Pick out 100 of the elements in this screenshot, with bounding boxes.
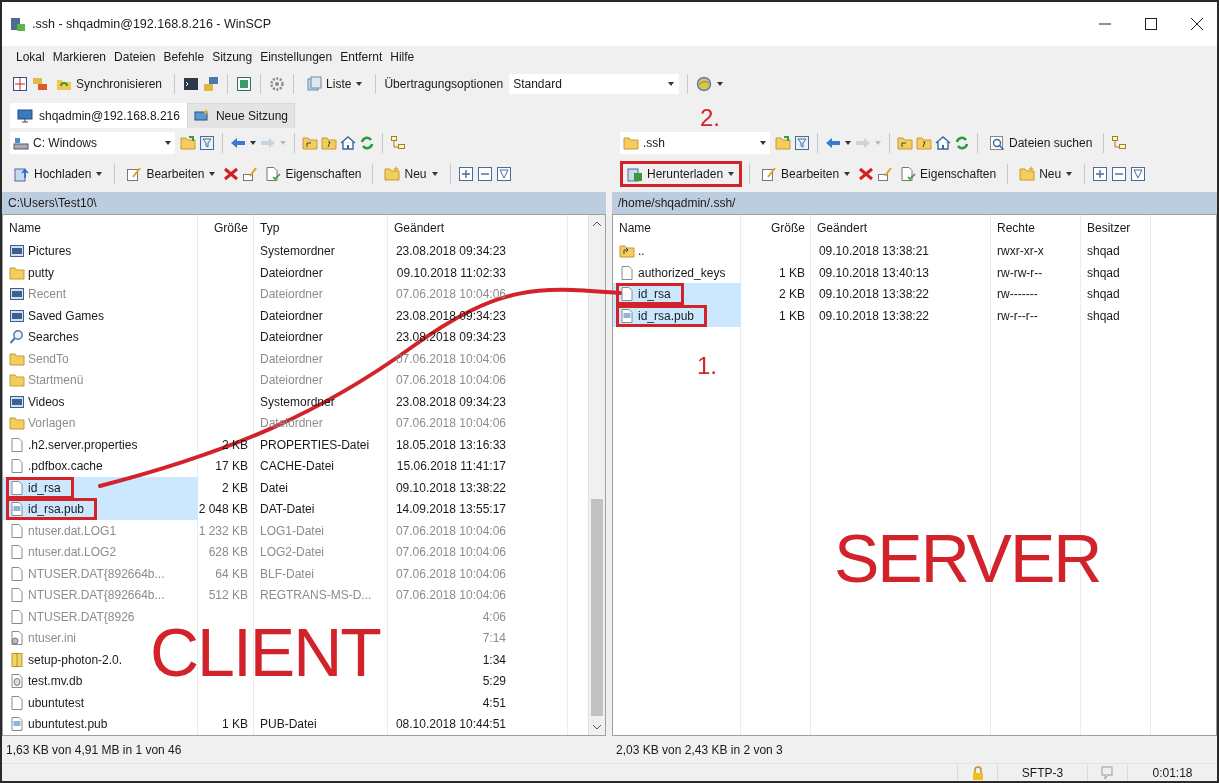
location-dropdown[interactable]: C: Windows <box>10 132 175 154</box>
gear-icon[interactable] <box>269 76 286 92</box>
tree-icon[interactable] <box>390 135 406 151</box>
name-cell[interactable]: .pdfbox.cache <box>3 455 198 477</box>
session-tab[interactable]: Neue Sitzung <box>186 103 295 128</box>
rename-icon[interactable] <box>242 166 259 182</box>
table-cell-text: 7:14 <box>481 631 506 645</box>
maximize-icon[interactable] <box>1143 16 1159 32</box>
file-name: id_rsa <box>28 480 61 495</box>
select-plus-icon[interactable] <box>1092 166 1109 182</box>
name-cell[interactable]: Vorlagen <box>3 412 198 434</box>
table-cell: 628 KB <box>208 545 248 559</box>
scrollbar-thumb[interactable] <box>591 499 603 716</box>
column-header[interactable]: Name <box>619 220 651 235</box>
menu-item[interactable]: Dateien <box>110 48 160 66</box>
name-cell[interactable]: authorized_keys <box>613 261 741 284</box>
menu-item[interactable]: Befehle <box>159 48 209 66</box>
filter-icon[interactable] <box>199 135 215 151</box>
menu-item[interactable]: Hilfe <box>386 48 419 66</box>
menu-item[interactable]: Entfernt <box>336 48 387 66</box>
menu-item[interactable]: Lokal <box>12 48 49 66</box>
name-cell[interactable]: ubuntutest <box>3 691 198 714</box>
transfer-icon[interactable] <box>203 76 220 92</box>
root-folder-icon[interactable] <box>321 135 337 151</box>
rename-icon[interactable] <box>877 166 894 182</box>
name-cell[interactable]: ntuser.dat.LOG1 <box>3 519 198 542</box>
column-header[interactable]: Größe <box>214 220 248 235</box>
name-cell[interactable]: putty <box>3 261 198 284</box>
list-button[interactable]: Liste <box>302 73 368 95</box>
synchronize-button[interactable]: Synchronisieren <box>52 73 167 95</box>
tree-icon[interactable] <box>1111 135 1128 151</box>
menu-item[interactable]: Einstellungen <box>256 48 337 66</box>
name-cell[interactable]: Startmenü <box>3 369 198 391</box>
edit-button[interactable]: Bearbeiten <box>757 161 856 187</box>
terminal-icon[interactable] <box>183 76 200 92</box>
name-cell[interactable]: Pictures <box>3 240 198 262</box>
properties-button[interactable]: Eigenschaften <box>896 161 1001 187</box>
file-name: Pictures <box>28 244 72 258</box>
name-cell[interactable]: id_rsa <box>613 283 741 305</box>
column-header[interactable]: Name <box>9 220 41 235</box>
name-cell[interactable]: ntuser.dat.LOG2 <box>3 541 198 563</box>
home-icon[interactable] <box>935 135 951 151</box>
session-tab[interactable]: shqadmin@192.168.8.216 <box>10 103 187 128</box>
screen-icon[interactable] <box>236 76 253 92</box>
refresh-icon[interactable] <box>359 135 375 151</box>
column-header[interactable]: Besitzer <box>1087 220 1131 235</box>
close-icon[interactable] <box>1189 16 1205 32</box>
column-header[interactable]: Größe <box>771 220 805 235</box>
edit-button[interactable]: Bearbeiten <box>122 161 221 187</box>
back-arrow-icon[interactable] <box>825 135 841 151</box>
root-folder-icon[interactable] <box>916 135 932 151</box>
name-cell[interactable]: Saved Games <box>3 304 198 327</box>
column-header[interactable]: Geändert <box>817 220 868 235</box>
transfer-button[interactable]: Hochladen <box>10 161 108 187</box>
parent-folder-icon[interactable] <box>897 135 913 151</box>
menu-item[interactable]: Sitzung <box>208 48 257 66</box>
name-cell[interactable]: SendTo <box>3 347 198 370</box>
preset-dropdown[interactable]: Standard <box>509 74 680 94</box>
parent-folder-icon[interactable] <box>302 135 318 151</box>
delete-icon[interactable] <box>223 166 240 182</box>
name-cell[interactable]: .. <box>613 240 741 262</box>
transfer-button[interactable]: Herunterladen <box>620 161 743 187</box>
column-header[interactable]: Typ <box>260 220 280 235</box>
select-minus-icon[interactable] <box>1111 166 1128 182</box>
location-dropdown[interactable]: .ssh <box>620 132 770 154</box>
name-cell[interactable]: Searches <box>3 326 198 348</box>
name-cell[interactable]: id_rsa.pub <box>3 498 198 520</box>
open-folder-icon[interactable] <box>775 135 791 151</box>
filter-icon[interactable] <box>794 135 810 151</box>
column-header[interactable]: Rechte <box>997 220 1036 235</box>
scroll-up-icon[interactable] <box>592 219 602 228</box>
filter-box-icon[interactable] <box>495 166 512 182</box>
menu-item[interactable]: Markieren <box>48 48 111 66</box>
compare-icon[interactable] <box>12 76 28 92</box>
name-cell[interactable]: Videos <box>3 390 198 413</box>
new-button[interactable]: Neu <box>1015 161 1078 187</box>
scrollbar[interactable] <box>588 215 605 735</box>
name-cell[interactable]: NTUSER.DAT{892664b... <box>3 562 198 585</box>
home-icon[interactable] <box>340 135 356 151</box>
delete-icon[interactable] <box>858 166 875 182</box>
table-cell: Dateiordner <box>260 308 323 323</box>
select-minus-icon[interactable] <box>476 166 493 182</box>
open-folder-icon[interactable] <box>180 135 196 151</box>
select-plus-icon[interactable] <box>457 166 474 182</box>
name-cell[interactable]: id_rsa.pub <box>613 304 741 327</box>
back-arrow-icon[interactable] <box>230 135 246 151</box>
refresh-icon[interactable] <box>954 135 970 151</box>
name-cell[interactable]: .h2.server.properties <box>3 433 198 456</box>
name-cell[interactable]: id_rsa <box>3 476 198 499</box>
column-header[interactable]: Geändert <box>394 220 445 235</box>
filter-box-icon[interactable] <box>1130 166 1147 182</box>
properties-button[interactable]: Eigenschaften <box>261 161 366 187</box>
name-cell[interactable]: ubuntutest.pub <box>3 713 198 735</box>
scroll-down-icon[interactable] <box>592 722 602 731</box>
find-files-button[interactable]: Dateien suchen <box>985 132 1097 154</box>
globe-icon[interactable] <box>696 76 713 92</box>
new-button[interactable]: Neu <box>380 161 443 187</box>
file-name: .h2.server.properties <box>28 437 138 452</box>
folders-icon[interactable] <box>32 76 48 92</box>
name-cell[interactable]: NTUSER.DAT{892664b... <box>3 584 198 606</box>
